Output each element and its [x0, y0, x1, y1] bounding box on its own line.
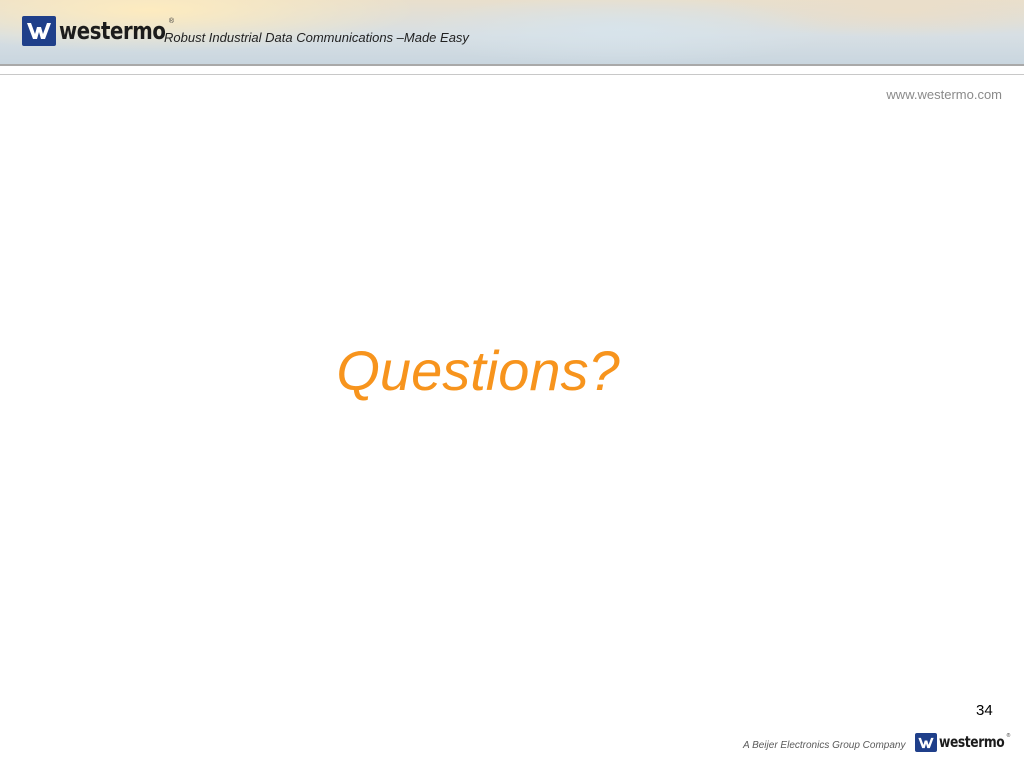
- footer-registered-mark: ®: [1006, 732, 1011, 739]
- westermo-logo: westermo ®: [22, 16, 174, 46]
- registered-mark: ®: [168, 17, 174, 25]
- westermo-w-icon: [915, 733, 937, 752]
- header-banner: westermo ® Robust Industrial Data Commun…: [0, 0, 1024, 64]
- footer-logo-wordmark: westermo: [939, 733, 1005, 751]
- logo-wordmark: westermo: [59, 17, 166, 45]
- page-number: 34: [976, 702, 993, 719]
- footer-westermo-logo: westermo ®: [915, 733, 1010, 752]
- slide: westermo ® Robust Industrial Data Commun…: [0, 0, 1024, 768]
- tagline: Robust Industrial Data Communications –M…: [164, 30, 469, 45]
- footer-company-text: A Beijer Electronics Group Company: [743, 740, 906, 751]
- westermo-w-icon: [22, 16, 56, 46]
- header-divider-thin: [0, 74, 1024, 75]
- slide-title: Questions?: [336, 339, 620, 402]
- website-url: www.westermo.com: [886, 87, 1002, 102]
- header-divider: [0, 64, 1024, 66]
